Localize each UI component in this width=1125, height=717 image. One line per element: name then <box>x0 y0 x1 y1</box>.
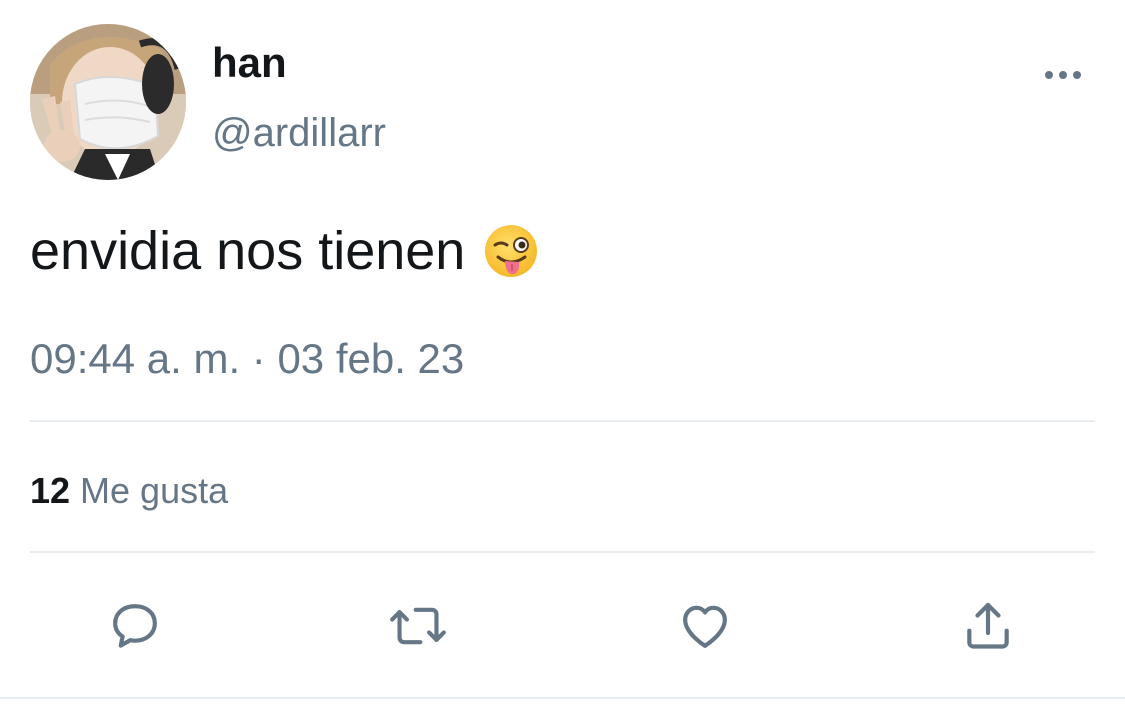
tweet-timestamp[interactable]: 09:44 a. m. · 03 feb. 23 <box>30 332 464 386</box>
winking-face-with-tongue-icon <box>483 223 539 279</box>
likes-label: Me gusta <box>80 470 229 511</box>
profile-photo-icon <box>30 24 186 180</box>
reply-icon[interactable] <box>105 596 165 656</box>
more-options-icon[interactable] <box>1038 60 1088 90</box>
tweet-body: envidia nos tienen <box>30 218 539 284</box>
likes-stat[interactable]: 12 Me gusta <box>30 466 228 516</box>
avatar[interactable] <box>30 24 186 180</box>
likes-count: 12 <box>30 470 71 511</box>
retweet-icon[interactable] <box>388 596 448 656</box>
divider <box>0 697 1125 699</box>
like-icon[interactable] <box>675 596 735 656</box>
tweet-text: envidia nos tienen <box>30 221 466 281</box>
divider <box>30 551 1095 553</box>
divider <box>30 420 1095 422</box>
display-name[interactable]: han <box>212 38 287 88</box>
share-icon[interactable] <box>958 596 1018 656</box>
tweet-card: han @ardillarr envidia nos tienen 09:44 … <box>0 0 1125 717</box>
user-handle[interactable]: @ardillarr <box>212 108 386 158</box>
